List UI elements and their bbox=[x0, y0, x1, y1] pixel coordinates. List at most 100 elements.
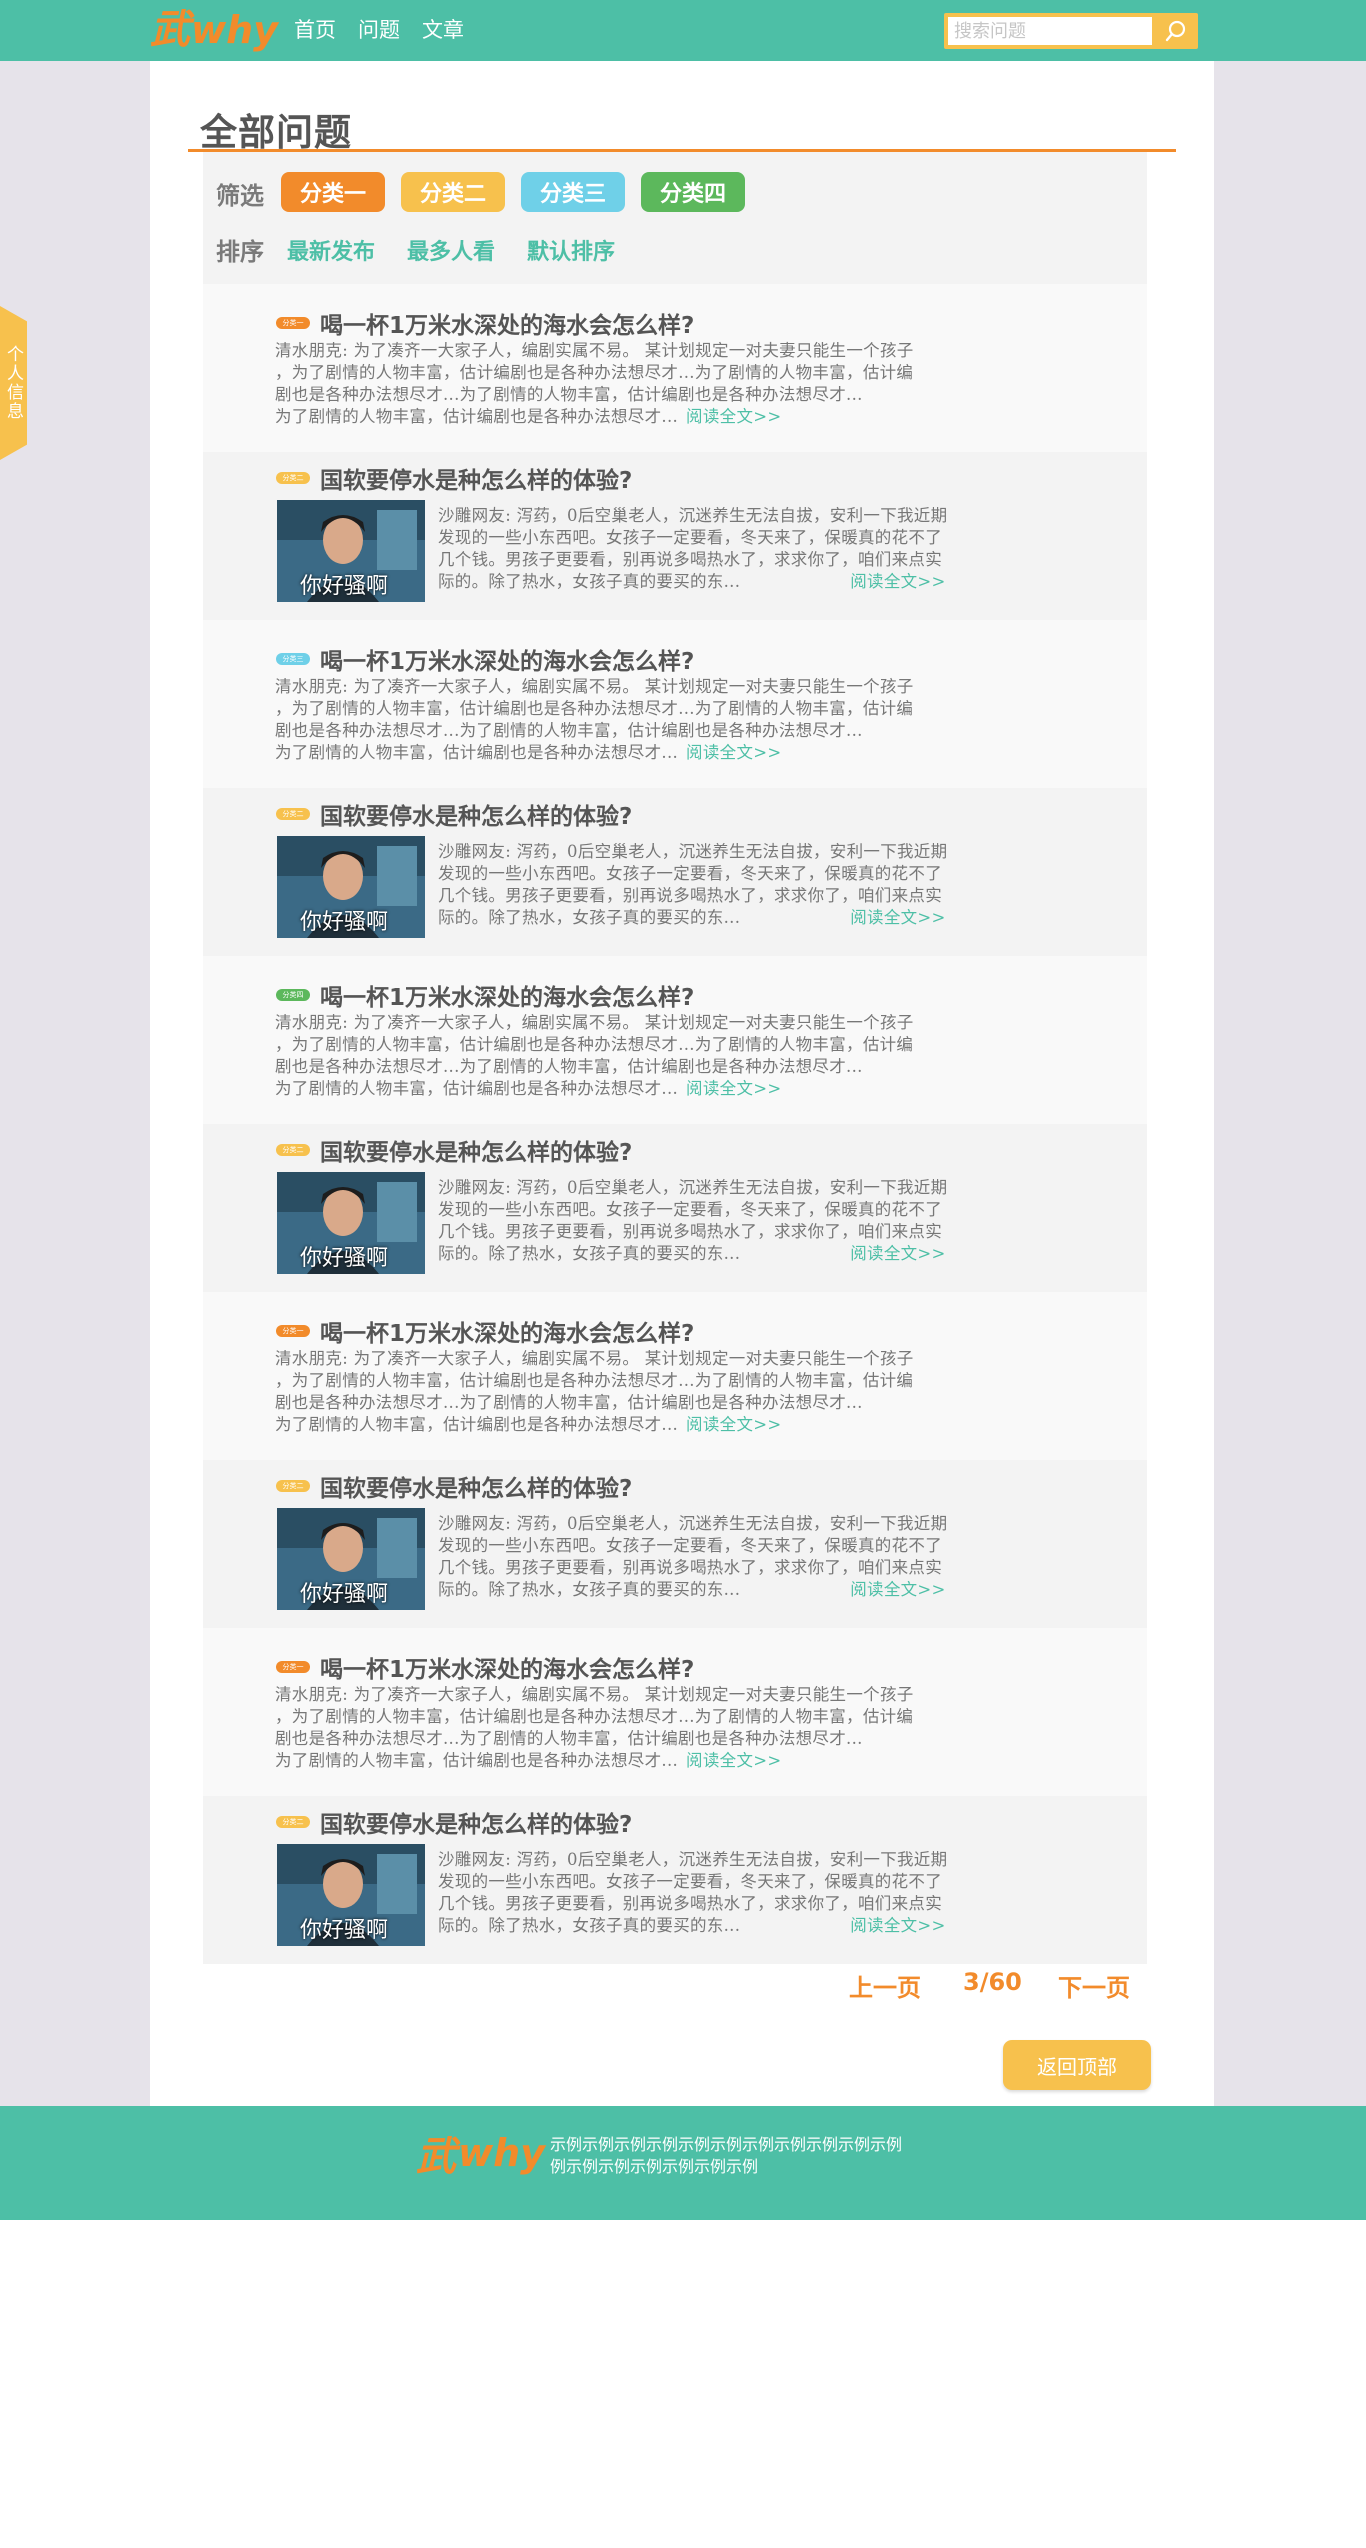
excerpt-line: 为了剧情的人物丰富，估计编剧也是各种办法想尽才... bbox=[275, 1079, 679, 1098]
question-item[interactable]: 分类二 国软要停水是种怎么样的体验? 你好骚啊 沙雕网友: 泻药，0后空巢老人，沉迷养… bbox=[203, 1460, 1147, 1628]
question-excerpt: 沙雕网友: 泻药，0后空巢老人，沉迷养生无法自拔，安利一下我近期 发现的一些小东西… bbox=[438, 1513, 998, 1601]
thumbnail-caption: 你好骚啊 bbox=[300, 910, 389, 935]
category-badge: 分类四 bbox=[276, 989, 310, 1001]
excerpt-line: 发现的一些小东西吧。女孩子一定要看，冬天来了，保暖真的花不了 bbox=[438, 1872, 942, 1891]
excerpt-line: 剧也是各种办法想尽才...为了剧情的人物丰富，估计编剧也是各种办法想尽才... bbox=[275, 1393, 863, 1412]
question-item[interactable]: 分类一 喝一杯1万米水深处的海水会怎么样? 清水朋克: 为了凑齐一大家子人，编剧实属… bbox=[203, 1292, 1147, 1460]
back-to-top-button[interactable]: 返回顶部 bbox=[1003, 2040, 1151, 2090]
question-thumbnail[interactable]: 你好骚啊 bbox=[277, 1508, 425, 1610]
question-item[interactable]: 分类四 喝一杯1万米水深处的海水会怎么样? 清水朋克: 为了凑齐一大家子人，编剧实属… bbox=[203, 956, 1147, 1124]
excerpt-line: 沙雕网友: 泻药，0后空巢老人，沉迷养生无法自拔，安利一下我近期 bbox=[438, 506, 948, 525]
site-logo[interactable]: 武 why bbox=[150, 6, 278, 54]
search-input[interactable] bbox=[948, 17, 1152, 45]
excerpt-line: 沙雕网友: 泻药，0后空巢老人，沉迷养生无法自拔，安利一下我近期 bbox=[438, 1178, 948, 1197]
category-badge: 分类二 bbox=[276, 1816, 310, 1828]
question-thumbnail[interactable]: 你好骚啊 bbox=[277, 1172, 425, 1274]
page-indicator: 3/60 bbox=[963, 1968, 1022, 1996]
excerpt-line: 清水朋克: 为了凑齐一大家子人，编剧实属不易。 某计划规定一对夫妻只能生一个孩子 bbox=[275, 341, 914, 360]
excerpt-line: 际的。除了热水，女孩子真的要买的东... bbox=[438, 1580, 741, 1599]
question-excerpt: 清水朋克: 为了凑齐一大家子人，编剧实属不易。 某计划规定一对夫妻只能生一个孩子… bbox=[275, 340, 1035, 428]
question-thumbnail[interactable]: 你好骚啊 bbox=[277, 836, 425, 938]
category-badge: 分类一 bbox=[276, 1325, 310, 1337]
question-thumbnail[interactable]: 你好骚啊 bbox=[277, 500, 425, 602]
question-title[interactable]: 喝一杯1万米水深处的海水会怎么样? bbox=[320, 306, 694, 340]
question-item[interactable]: 分类一 喝一杯1万米水深处的海水会怎么样? 清水朋克: 为了凑齐一大家子人，编剧实属… bbox=[203, 284, 1147, 452]
category-badge: 分类二 bbox=[276, 1480, 310, 1492]
question-title[interactable]: 喝一杯1万米水深处的海水会怎么样? bbox=[320, 1314, 694, 1348]
read-more-link[interactable]: 阅读全文>> bbox=[850, 1244, 945, 1263]
nav-home[interactable]: 首页 bbox=[294, 16, 336, 44]
personal-info-label: 个人信息 bbox=[3, 345, 23, 421]
footer-logo-mark: 武 bbox=[416, 2134, 456, 2180]
category-badge: 分类一 bbox=[276, 317, 310, 329]
question-item[interactable]: 分类二 国软要停水是种怎么样的体验? 你好骚啊 沙雕网友: 泻药，0后空巢老人，沉迷养… bbox=[203, 788, 1147, 956]
main-nav: 首页 问题 文章 bbox=[294, 16, 464, 44]
top-header: 武 why 首页 问题 文章 bbox=[0, 0, 1366, 61]
nav-questions[interactable]: 问题 bbox=[358, 16, 400, 44]
footer-text-line-1: 示例示例示例示例示例示例示例示例示例示例示例 bbox=[550, 2135, 903, 2154]
question-title[interactable]: 国软要停水是种怎么样的体验? bbox=[320, 1133, 632, 1167]
thumbnail-caption: 你好骚啊 bbox=[300, 1582, 389, 1607]
question-excerpt: 清水朋克: 为了凑齐一大家子人，编剧实属不易。 某计划规定一对夫妻只能生一个孩子… bbox=[275, 1012, 1035, 1100]
excerpt-line: 际的。除了热水，女孩子真的要买的东... bbox=[438, 1916, 741, 1935]
filter-chip-category-4[interactable]: 分类四 bbox=[641, 172, 745, 212]
sort-default[interactable]: 默认排序 bbox=[527, 234, 615, 266]
read-more-link[interactable]: 阅读全文>> bbox=[686, 1415, 781, 1434]
question-item[interactable]: 分类一 喝一杯1万米水深处的海水会怎么样? 清水朋克: 为了凑齐一大家子人，编剧实属… bbox=[203, 1628, 1147, 1796]
filter-chip-category-1[interactable]: 分类一 bbox=[281, 172, 385, 212]
sort-newest[interactable]: 最新发布 bbox=[287, 234, 375, 266]
excerpt-line: 发现的一些小东西吧。女孩子一定要看，冬天来了，保暖真的花不了 bbox=[438, 1536, 942, 1555]
next-page-link[interactable]: 下一页 bbox=[1058, 1968, 1130, 2003]
question-title[interactable]: 喝一杯1万米水深处的海水会怎么样? bbox=[320, 978, 694, 1012]
question-list: 分类一 喝一杯1万米水深处的海水会怎么样? 清水朋克: 为了凑齐一大家子人，编剧实属… bbox=[203, 284, 1147, 1964]
question-title[interactable]: 国软要停水是种怎么样的体验? bbox=[320, 461, 632, 495]
excerpt-line: ，为了剧情的人物丰富，估计编剧也是各种办法想尽才...为了剧情的人物丰富，估计编 bbox=[275, 1707, 914, 1726]
read-more-link[interactable]: 阅读全文>> bbox=[686, 407, 781, 426]
excerpt-line: ，为了剧情的人物丰富，估计编剧也是各种办法想尽才...为了剧情的人物丰富，估计编 bbox=[275, 1371, 914, 1390]
read-more-link[interactable]: 阅读全文>> bbox=[686, 743, 781, 762]
logo-mark: 武 bbox=[150, 7, 190, 53]
question-excerpt: 清水朋克: 为了凑齐一大家子人，编剧实属不易。 某计划规定一对夫妻只能生一个孩子… bbox=[275, 676, 1035, 764]
filter-chip-category-2[interactable]: 分类二 bbox=[401, 172, 505, 212]
question-title[interactable]: 喝一杯1万米水深处的海水会怎么样? bbox=[320, 1650, 694, 1684]
excerpt-line: 清水朋克: 为了凑齐一大家子人，编剧实属不易。 某计划规定一对夫妻只能生一个孩子 bbox=[275, 1013, 914, 1032]
prev-page-link[interactable]: 上一页 bbox=[849, 1968, 921, 2003]
question-title[interactable]: 国软要停水是种怎么样的体验? bbox=[320, 797, 632, 831]
nav-articles[interactable]: 文章 bbox=[422, 16, 464, 44]
read-more-link[interactable]: 阅读全文>> bbox=[850, 572, 945, 591]
question-title[interactable]: 喝一杯1万米水深处的海水会怎么样? bbox=[320, 642, 694, 676]
search-button[interactable] bbox=[1158, 16, 1194, 46]
excerpt-line-last: 为了剧情的人物丰富，估计编剧也是各种办法想尽才... 阅读全文>> bbox=[275, 742, 1035, 764]
read-more-link[interactable]: 阅读全文>> bbox=[850, 1916, 945, 1935]
question-thumbnail[interactable]: 你好骚啊 bbox=[277, 1844, 425, 1946]
question-item[interactable]: 分类二 国软要停水是种怎么样的体验? 你好骚啊 沙雕网友: 泻药，0后空巢老人，沉迷养… bbox=[203, 1796, 1147, 1964]
search-icon bbox=[1165, 20, 1186, 42]
footer-text: 示例示例示例示例示例示例示例示例示例示例示例 例示例示例示例示例示例示例 bbox=[550, 2134, 950, 2178]
read-more-link[interactable]: 阅读全文>> bbox=[686, 1079, 781, 1098]
question-excerpt: 沙雕网友: 泻药，0后空巢老人，沉迷养生无法自拔，安利一下我近期 发现的一些小东西… bbox=[438, 1849, 998, 1937]
footer: 武 why 示例示例示例示例示例示例示例示例示例示例示例 例示例示例示例示例示例… bbox=[0, 2106, 1366, 2220]
excerpt-line: ，为了剧情的人物丰富，估计编剧也是各种办法想尽才...为了剧情的人物丰富，估计编 bbox=[275, 363, 914, 382]
question-item[interactable]: 分类二 国软要停水是种怎么样的体验? 你好骚啊 沙雕网友: 泻药，0后空巢老人，沉迷养… bbox=[203, 1124, 1147, 1292]
excerpt-line: 几个钱。男孩子更要看，别再说多喝热水了，求求你了，咱们来点实 bbox=[438, 1222, 942, 1241]
read-more-link[interactable]: 阅读全文>> bbox=[850, 1580, 945, 1599]
excerpt-line: 为了剧情的人物丰富，估计编剧也是各种办法想尽才... bbox=[275, 1415, 679, 1434]
excerpt-line: 几个钱。男孩子更要看，别再说多喝热水了，求求你了，咱们来点实 bbox=[438, 1558, 942, 1577]
category-badge: 分类三 bbox=[276, 653, 310, 665]
personal-info-tab[interactable]: 个人信息 bbox=[0, 306, 27, 460]
filter-chip-category-3[interactable]: 分类三 bbox=[521, 172, 625, 212]
question-title[interactable]: 国软要停水是种怎么样的体验? bbox=[320, 1805, 632, 1839]
footer-text-line-2: 例示例示例示例示例示例示例 bbox=[550, 2157, 759, 2176]
excerpt-line: 发现的一些小东西吧。女孩子一定要看，冬天来了，保暖真的花不了 bbox=[438, 1200, 942, 1219]
question-item[interactable]: 分类三 喝一杯1万米水深处的海水会怎么样? 清水朋克: 为了凑齐一大家子人，编剧实属… bbox=[203, 620, 1147, 788]
thumbnail-caption: 你好骚啊 bbox=[300, 1918, 389, 1943]
question-title[interactable]: 国软要停水是种怎么样的体验? bbox=[320, 1469, 632, 1503]
excerpt-line-last: 际的。除了热水，女孩子真的要买的东... 阅读全文>> bbox=[438, 1579, 998, 1601]
question-item[interactable]: 分类二 国软要停水是种怎么样的体验? 你好骚啊 沙雕网友: 泻药，0后空巢老人，沉迷养… bbox=[203, 452, 1147, 620]
search-box bbox=[944, 13, 1198, 49]
excerpt-line: 为了剧情的人物丰富，估计编剧也是各种办法想尽才... bbox=[275, 743, 679, 762]
excerpt-line-last: 际的。除了热水，女孩子真的要买的东... 阅读全文>> bbox=[438, 571, 998, 593]
read-more-link[interactable]: 阅读全文>> bbox=[686, 1751, 781, 1770]
read-more-link[interactable]: 阅读全文>> bbox=[850, 908, 945, 927]
sort-most-viewed[interactable]: 最多人看 bbox=[407, 234, 495, 266]
